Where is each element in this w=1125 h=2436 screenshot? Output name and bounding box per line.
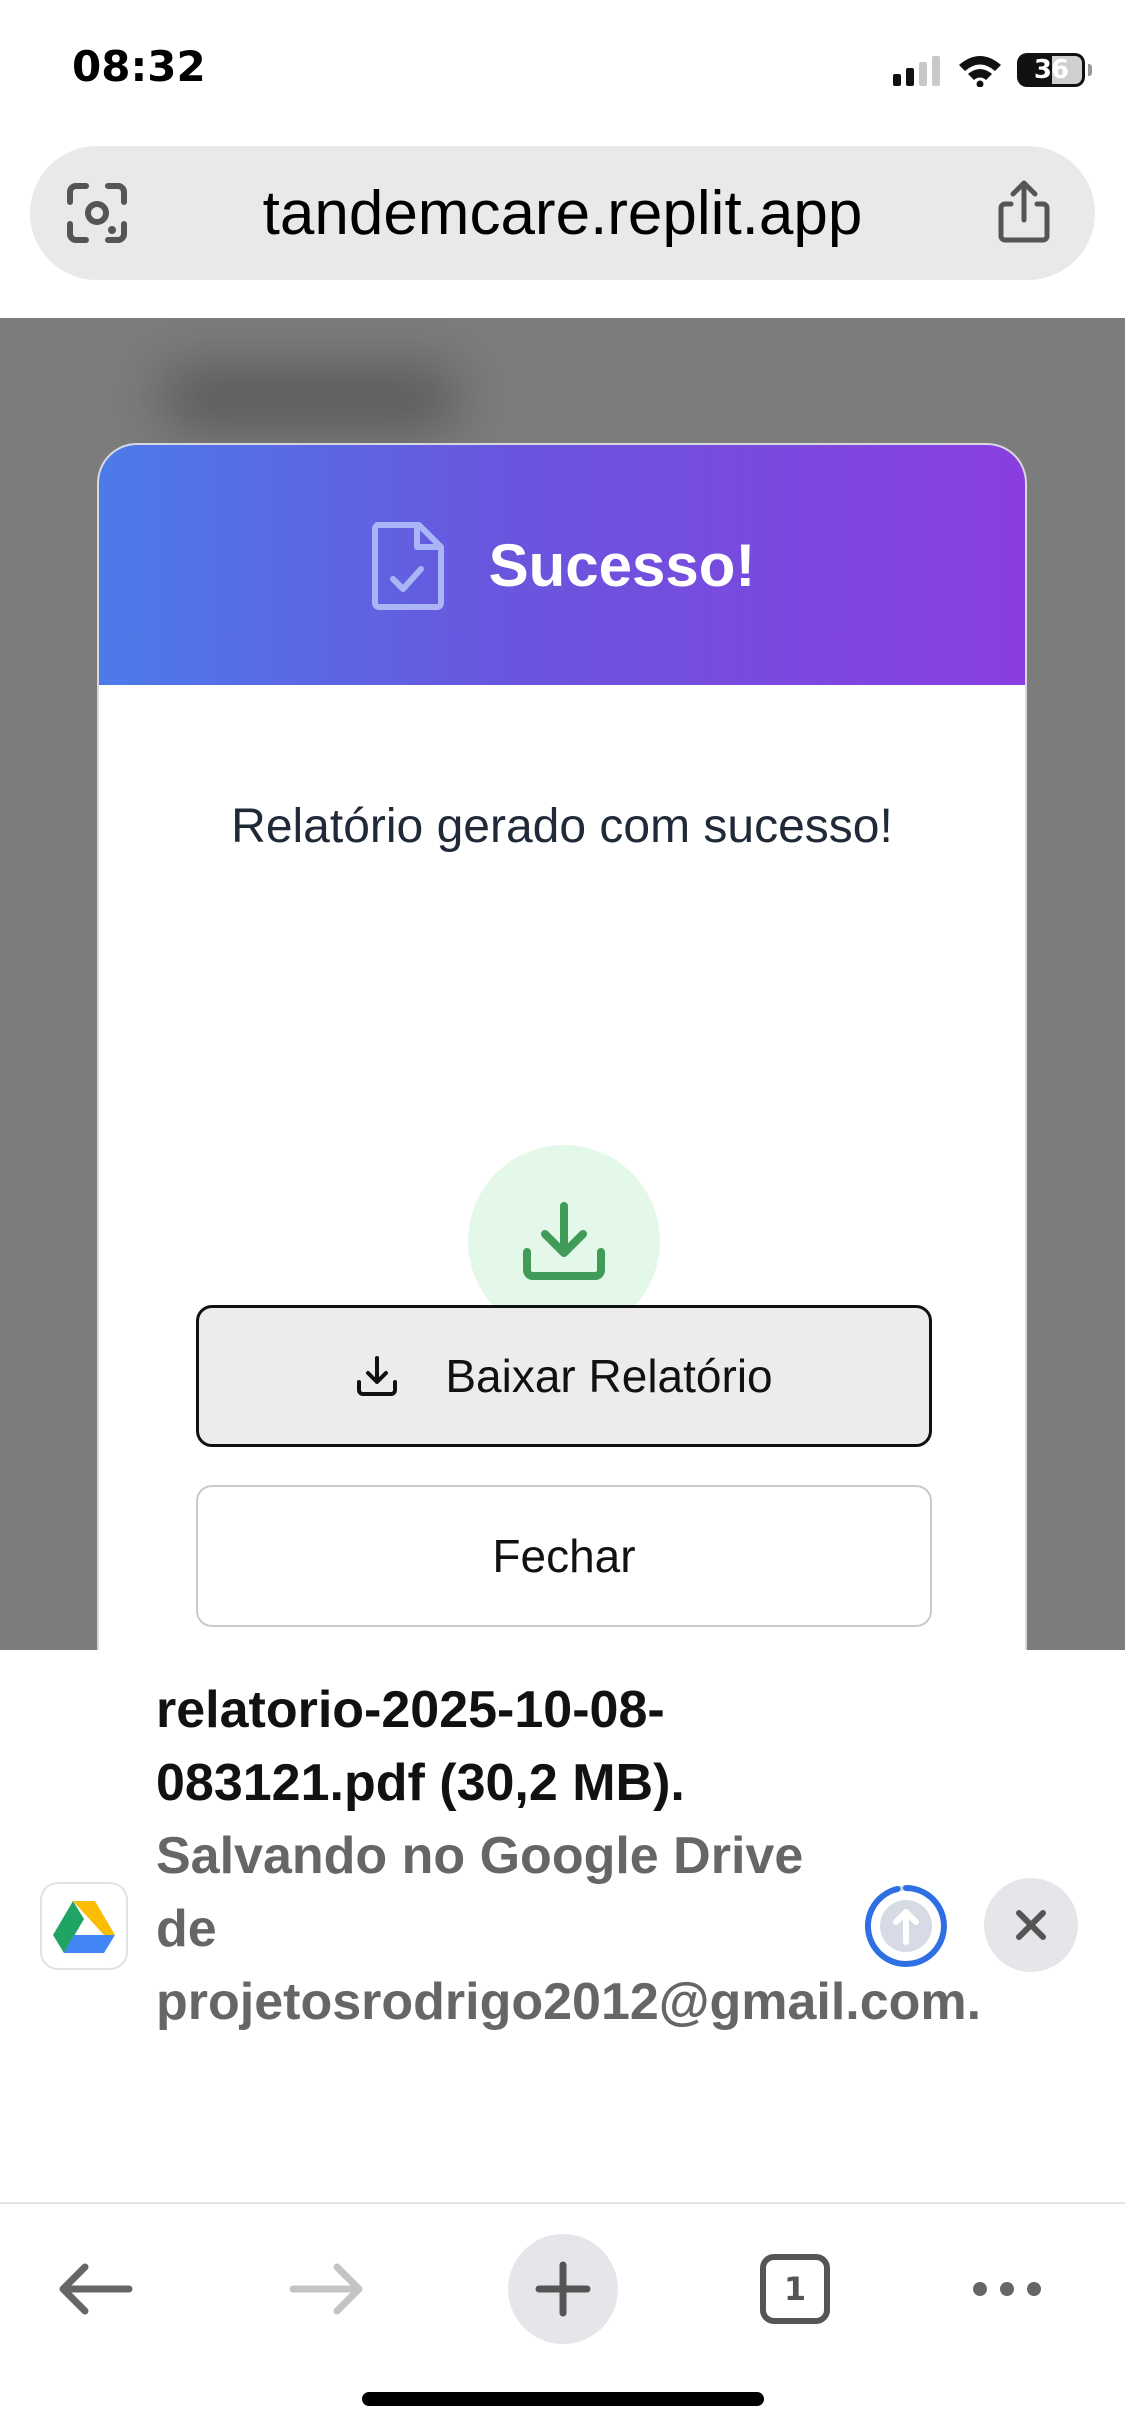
url-text[interactable]: tandemcare.replit.app xyxy=(170,146,955,280)
document-check-icon xyxy=(371,522,444,610)
tab-count: 1 xyxy=(760,2254,830,2324)
home-indicator xyxy=(362,2392,764,2406)
download-filename: relatorio-2025-10-08-083121.pdf (30,2 MB… xyxy=(156,1681,685,1812)
download-icon xyxy=(357,1356,398,1396)
download-report-label: Baixar Relatório xyxy=(445,1350,773,1402)
forward-button[interactable] xyxy=(272,2234,382,2344)
download-status: Salvando no Google Drive de projetosrodr… xyxy=(156,1827,982,2031)
download-icon xyxy=(523,1202,605,1280)
close-modal-button[interactable]: Fechar xyxy=(196,1485,932,1627)
more-icon xyxy=(973,2282,1041,2296)
share-icon[interactable] xyxy=(989,176,1059,246)
background-blur xyxy=(160,368,460,428)
wifi-icon xyxy=(959,56,1001,87)
more-button[interactable] xyxy=(952,2234,1062,2344)
back-button[interactable] xyxy=(40,2234,150,2344)
plus-icon xyxy=(535,2261,591,2317)
battery-icon: 36 xyxy=(1017,53,1092,87)
address-bar[interactable]: tandemcare.replit.app xyxy=(30,146,1095,280)
forward-arrow-icon xyxy=(289,2263,363,2315)
new-tab-button[interactable] xyxy=(508,2234,618,2344)
close-modal-label: Fechar xyxy=(492,1530,636,1582)
download-report-button[interactable]: Baixar Relatório xyxy=(196,1305,932,1447)
status-bar: 08:32 36 xyxy=(0,0,1125,140)
google-drive-icon xyxy=(40,1882,128,1970)
download-message: relatorio-2025-10-08-083121.pdf (30,2 MB… xyxy=(156,1674,982,2039)
modal-title: Sucesso! xyxy=(488,531,756,599)
modal-header: Sucesso! xyxy=(99,445,1025,685)
success-modal: Sucesso! Relatório gerado com sucesso! B… xyxy=(97,443,1027,1650)
battery-level: 36 xyxy=(1033,55,1069,85)
back-arrow-icon xyxy=(59,2263,133,2315)
lens-icon[interactable] xyxy=(64,180,130,246)
close-icon[interactable] xyxy=(984,1878,1078,1972)
modal-message: Relatório gerado com sucesso! xyxy=(231,800,893,853)
status-time: 08:32 xyxy=(72,42,206,91)
status-icons: 36 xyxy=(893,48,1092,92)
upload-progress-icon[interactable] xyxy=(862,1882,950,1970)
tab-switcher-button[interactable]: 1 xyxy=(740,2234,850,2344)
download-notification: relatorio-2025-10-08-083121.pdf (30,2 MB… xyxy=(0,1650,1125,2202)
signal-icon xyxy=(893,56,940,86)
page-overlay[interactable]: Sucesso! Relatório gerado com sucesso! B… xyxy=(0,318,1125,1650)
